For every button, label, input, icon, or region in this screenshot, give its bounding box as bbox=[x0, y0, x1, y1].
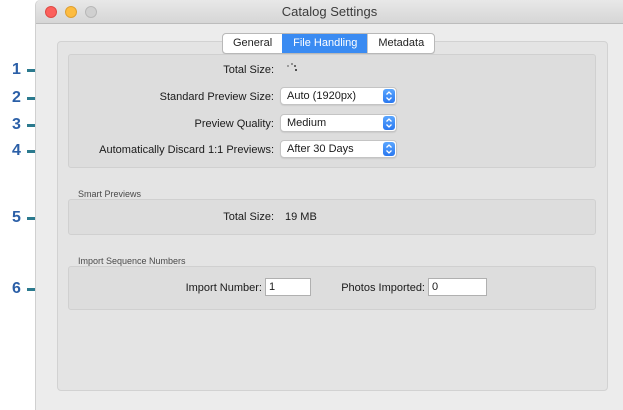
callout-number: 1 bbox=[12, 61, 21, 78]
catalog-settings-window: Catalog Settings General File Handling M… bbox=[36, 0, 623, 410]
smart-previews-group bbox=[68, 199, 596, 235]
callout-number: 5 bbox=[12, 209, 21, 226]
discard-previews-label: Automatically Discard 1:1 Previews: bbox=[99, 144, 274, 156]
callout-number: 2 bbox=[12, 89, 21, 106]
tab-bar: General File Handling Metadata bbox=[222, 33, 436, 54]
smart-previews-section-title: Smart Previews bbox=[78, 189, 142, 199]
standard-preview-size-select[interactable]: Auto (1920px) bbox=[280, 87, 397, 105]
preview-quality-label: Preview Quality: bbox=[194, 118, 274, 130]
updown-chevron-icon bbox=[383, 142, 395, 156]
smart-previews-total-size-value: 19 MB bbox=[285, 211, 317, 223]
import-sequence-section-title: Import Sequence Numbers bbox=[78, 256, 186, 266]
callout-number: 6 bbox=[12, 280, 21, 297]
smart-previews-total-size-label: Total Size: bbox=[223, 211, 274, 223]
import-number-label: Import Number: bbox=[185, 282, 262, 294]
import-sequence-group bbox=[68, 266, 596, 310]
callout-number: 4 bbox=[12, 142, 21, 159]
photos-imported-label: Photos Imported: bbox=[341, 282, 425, 294]
import-number-field[interactable] bbox=[265, 278, 311, 296]
updown-chevron-icon bbox=[383, 89, 395, 103]
tab-metadata[interactable]: Metadata bbox=[367, 34, 434, 53]
discard-previews-select[interactable]: After 30 Days bbox=[280, 140, 397, 158]
select-value: Auto (1920px) bbox=[287, 90, 357, 102]
tab-file-handling[interactable]: File Handling bbox=[282, 34, 368, 53]
loading-spinner-icon bbox=[287, 63, 297, 71]
callout-number: 3 bbox=[12, 116, 21, 133]
photos-imported-field[interactable] bbox=[428, 278, 487, 296]
title-bar: Catalog Settings bbox=[36, 0, 623, 24]
preview-quality-select[interactable]: Medium bbox=[280, 114, 397, 132]
standard-preview-size-label: Standard Preview Size: bbox=[159, 91, 274, 103]
window-title: Catalog Settings bbox=[281, 4, 378, 19]
select-value: After 30 Days bbox=[287, 143, 354, 155]
select-value: Medium bbox=[287, 117, 327, 129]
total-size-label: Total Size: bbox=[223, 64, 274, 76]
tab-general[interactable]: General bbox=[223, 34, 282, 53]
updown-chevron-icon bbox=[383, 116, 395, 130]
